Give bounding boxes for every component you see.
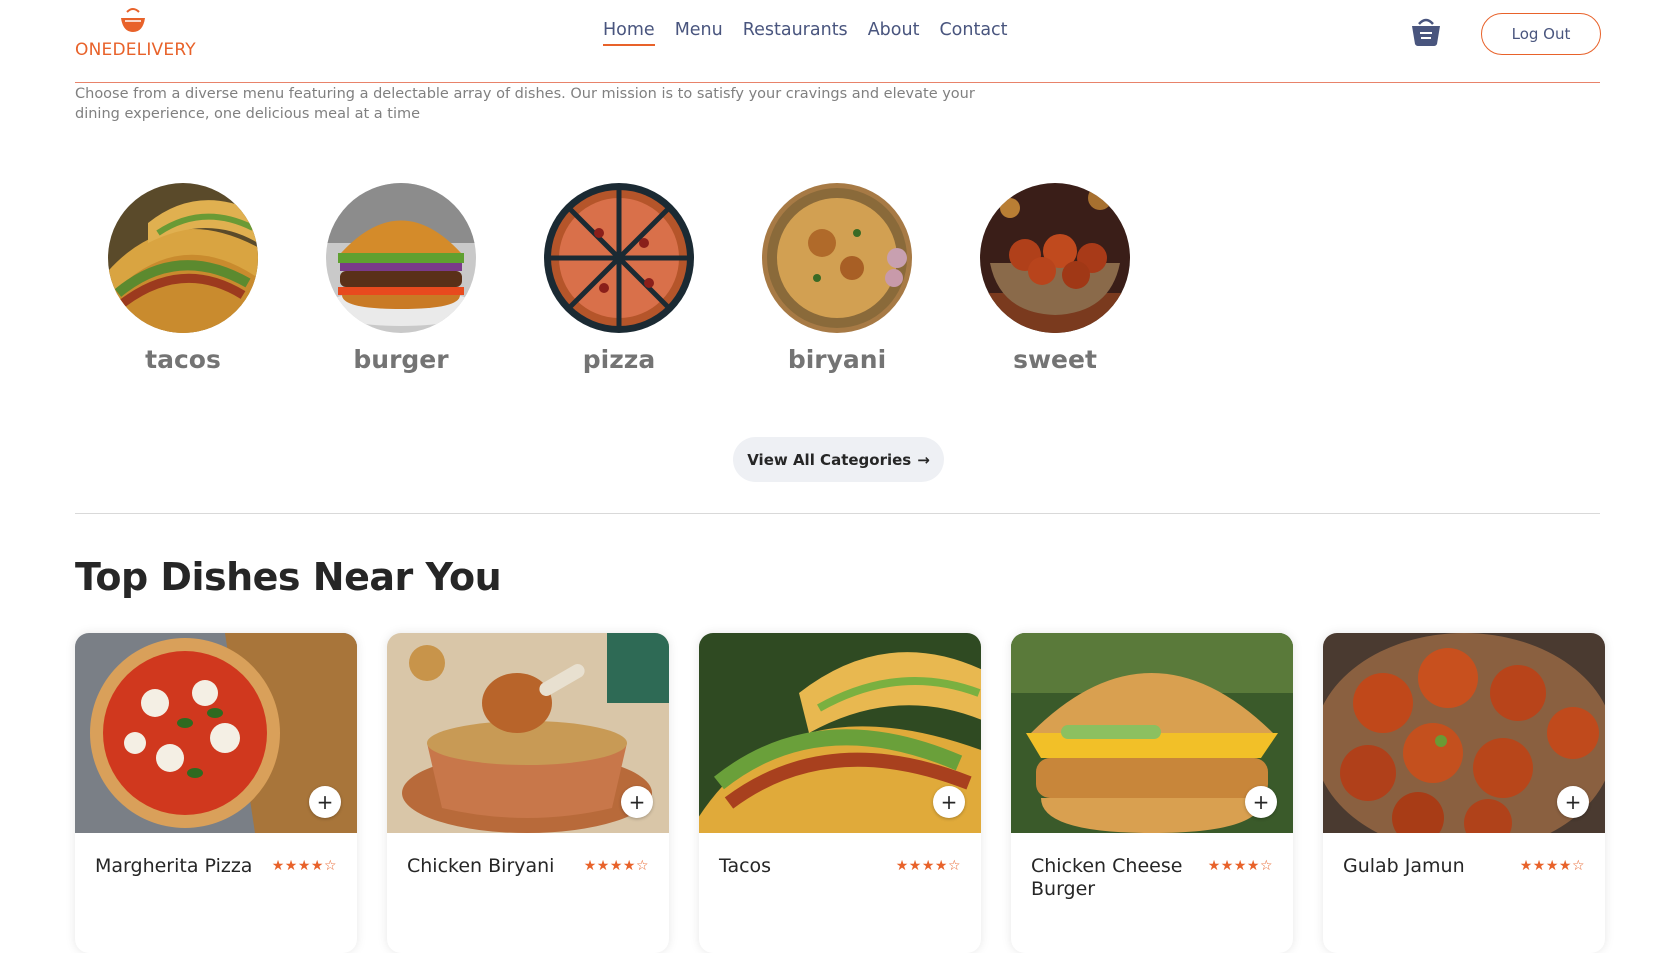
category-label: pizza bbox=[582, 345, 656, 374]
main-nav: Home Menu Restaurants About Contact bbox=[603, 20, 1008, 46]
view-all-label: View All Categories bbox=[747, 450, 912, 469]
add-to-cart-button[interactable]: + bbox=[309, 786, 341, 818]
rating-stars: ★★★★☆ bbox=[895, 858, 961, 874]
tacos-image: + bbox=[699, 633, 981, 833]
arrow-right-icon: → bbox=[917, 450, 930, 469]
dish-name: Margherita Pizza bbox=[95, 855, 253, 877]
rating-stars: ★★★★☆ bbox=[1519, 858, 1585, 874]
dish-card[interactable]: + Chicken Cheese Burger ★★★★☆ bbox=[1011, 633, 1293, 953]
nav-menu[interactable]: Menu bbox=[675, 20, 723, 46]
add-to-cart-button[interactable]: + bbox=[1557, 786, 1589, 818]
pizza-image bbox=[544, 183, 694, 333]
category-tacos[interactable]: tacos bbox=[108, 183, 258, 374]
category-label: sweet bbox=[1013, 345, 1097, 374]
dish-card-list: + Margherita Pizza ★★★★☆ + Chicken Birya… bbox=[75, 633, 1605, 953]
nav-about[interactable]: About bbox=[868, 20, 920, 46]
dish-name: Gulab Jamun bbox=[1343, 855, 1465, 877]
brand-logo[interactable]: ONEDELIVERY bbox=[75, 6, 196, 62]
dish-card[interactable]: + Gulab Jamun ★★★★☆ bbox=[1323, 633, 1605, 953]
category-label: tacos bbox=[145, 345, 221, 374]
category-label: biryani bbox=[787, 345, 887, 374]
dish-name: Tacos bbox=[719, 855, 772, 877]
view-all-categories-button[interactable]: View All Categories → bbox=[733, 437, 944, 482]
dish-card[interactable]: + Margherita Pizza ★★★★☆ bbox=[75, 633, 357, 953]
dish-card[interactable]: + Tacos ★★★★☆ bbox=[699, 633, 981, 953]
sweet-image bbox=[980, 183, 1130, 333]
rating-stars: ★★★★☆ bbox=[1207, 858, 1273, 874]
section-divider bbox=[75, 513, 1600, 514]
site-header: ONEDELIVERY Home Menu Restaurants About … bbox=[75, 0, 1601, 83]
add-to-cart-button[interactable]: + bbox=[621, 786, 653, 818]
bowl-icon bbox=[121, 8, 145, 32]
dish-name: Chicken Biryani bbox=[407, 855, 555, 877]
add-to-cart-button[interactable]: + bbox=[1245, 786, 1277, 818]
tacos-image bbox=[108, 183, 258, 333]
section-title: Top Dishes Near You bbox=[75, 555, 502, 599]
tagline-text: Choose from a diverse menu featuring a d… bbox=[75, 86, 975, 122]
chicken-biryani-image: + bbox=[387, 633, 669, 833]
logout-button[interactable]: Log Out bbox=[1481, 13, 1601, 55]
category-burger[interactable]: burger bbox=[326, 183, 476, 374]
rating-stars: ★★★★☆ bbox=[583, 858, 649, 874]
chicken-cheese-burger-image: + bbox=[1011, 633, 1293, 833]
rating-stars: ★★★★☆ bbox=[271, 858, 337, 874]
category-list: tacos burger pizza biryani sweet bbox=[108, 183, 1130, 374]
burger-image bbox=[326, 183, 476, 333]
biryani-image bbox=[762, 183, 912, 333]
margherita-pizza-image: + bbox=[75, 633, 357, 833]
dish-name: Chicken Cheese Burger bbox=[1031, 855, 1183, 900]
brand-name: ONEDELIVERY bbox=[75, 40, 196, 60]
nav-contact[interactable]: Contact bbox=[939, 20, 1007, 46]
nav-restaurants[interactable]: Restaurants bbox=[743, 20, 848, 46]
gulab-jamun-image: + bbox=[1323, 633, 1605, 833]
basket-icon[interactable] bbox=[1409, 14, 1443, 48]
category-sweet[interactable]: sweet bbox=[980, 183, 1130, 374]
category-biryani[interactable]: biryani bbox=[762, 183, 912, 374]
category-label: burger bbox=[353, 345, 449, 374]
dish-card[interactable]: + Chicken Biryani ★★★★☆ bbox=[387, 633, 669, 953]
category-pizza[interactable]: pizza bbox=[544, 183, 694, 374]
add-to-cart-button[interactable]: + bbox=[933, 786, 965, 818]
nav-home[interactable]: Home bbox=[603, 20, 655, 46]
